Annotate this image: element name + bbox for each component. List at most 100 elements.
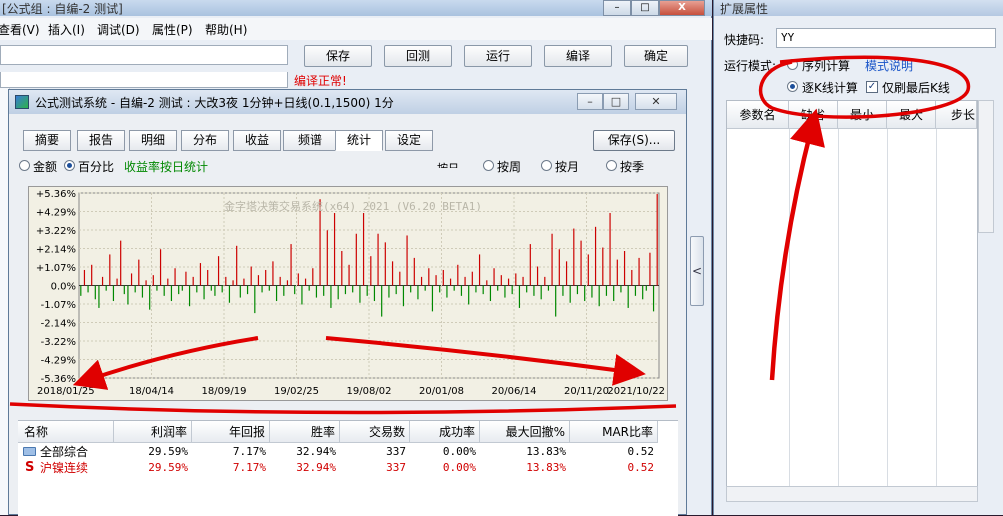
backtest-button[interactable]: 回测 xyxy=(384,45,452,67)
param-table: 参数名 缺省 最小 最大 步长 xyxy=(726,100,978,501)
cell: 13.83% xyxy=(526,461,566,474)
y-tick-label: -5.36% xyxy=(41,374,76,385)
menu-help[interactable]: 帮助(H) xyxy=(205,21,247,38)
dialog-title: 公式测试系统 - 自编-2 测试 : 大改3夜 1分钟+日线(0.1,1500)… xyxy=(35,96,394,110)
by-month-label: 按月 xyxy=(555,160,580,174)
dialog-maximize-button[interactable]: □ xyxy=(603,93,629,110)
shortcut-input[interactable]: YY xyxy=(776,28,996,48)
row-name: 全部综合 xyxy=(40,445,89,459)
symbol-s-icon: S xyxy=(25,460,35,475)
param-col-min[interactable]: 最小 xyxy=(838,101,887,129)
by-week-radio[interactable] xyxy=(483,160,494,171)
cell: 29.59% xyxy=(148,445,188,458)
editor-minimize-button[interactable]: – xyxy=(603,0,631,16)
amount-radio[interactable] xyxy=(19,160,30,171)
refresh-last-checkbox[interactable]: ✓ xyxy=(866,81,878,93)
editor-title: [公式组 : 自编-2 测试] xyxy=(2,2,123,16)
x-tick-label: 20/06/14 xyxy=(492,386,537,397)
menu-properties[interactable]: 属性(P) xyxy=(152,21,193,38)
param-horizontal-scrollbar[interactable] xyxy=(726,486,978,502)
editor-maximize-button[interactable]: □ xyxy=(631,0,659,16)
y-tick-label: -4.29% xyxy=(41,356,76,367)
col-header-annual[interactable]: 年回报 xyxy=(192,421,270,443)
col-header-name[interactable]: 名称 xyxy=(18,421,114,443)
tab-settings[interactable]: 设定 xyxy=(385,130,433,151)
menubar: 查看(V) 插入(I) 调试(D) 属性(P) 帮助(H) xyxy=(0,18,712,40)
editor-close-button[interactable]: X xyxy=(659,0,705,16)
refresh-last-label: 仅刷最后K线 xyxy=(882,81,950,95)
x-tick-label: 20/01/08 xyxy=(419,386,464,397)
mode-help-link[interactable]: 模式说明 xyxy=(865,57,913,74)
by-day-label: 按日 xyxy=(437,160,459,168)
col-header-mar[interactable]: MAR比率 xyxy=(570,421,658,443)
divider xyxy=(936,129,937,501)
y-tick-label: -1.07% xyxy=(41,300,76,311)
col-header-winrate[interactable]: 胜率 xyxy=(270,421,340,443)
tick-calc-label: 逐K线计算 xyxy=(802,81,858,95)
col-header-success[interactable]: 成功率 xyxy=(410,421,480,443)
tab-statistics[interactable]: 统计 xyxy=(335,130,383,151)
compile-button[interactable]: 编译 xyxy=(544,45,612,67)
cell: 13.83% xyxy=(526,445,566,458)
dialog-titlebar[interactable]: 公式测试系统 - 自编-2 测试 : 大改3夜 1分钟+日线(0.1,1500)… xyxy=(9,90,686,114)
tab-distribution[interactable]: 分布 xyxy=(181,130,229,151)
formula-desc-input[interactable] xyxy=(0,72,288,88)
cell: 0.52 xyxy=(627,445,655,458)
col-header-drawdown[interactable]: 最大回撤% xyxy=(480,421,570,443)
formula-test-dialog: 公式测试系统 - 自编-2 测试 : 大改3夜 1分钟+日线(0.1,1500)… xyxy=(8,89,687,516)
ok-button[interactable]: 确定 xyxy=(624,45,688,67)
col-header-trades[interactable]: 交易数 xyxy=(340,421,410,443)
param-col-step[interactable]: 步长 xyxy=(936,101,977,129)
panel-titlebar[interactable]: 扩展属性 xyxy=(714,0,1003,16)
y-tick-label: +5.36% xyxy=(36,189,76,200)
tick-calc-radio[interactable] xyxy=(787,81,798,92)
row-name: 沪镍连续 xyxy=(40,461,89,475)
x-tick-label: 18/09/19 xyxy=(202,386,247,397)
x-tick-label: 2018/01/25 xyxy=(37,386,95,397)
y-tick-label: +4.29% xyxy=(36,208,76,219)
y-tick-label: +1.07% xyxy=(36,263,76,274)
run-button[interactable]: 运行 xyxy=(464,45,532,67)
by-quarter-radio[interactable] xyxy=(606,160,617,171)
menu-insert[interactable]: 插入(I) xyxy=(48,21,85,38)
save-as-button[interactable]: 保存(S)... xyxy=(593,130,675,151)
cell: 337 xyxy=(386,461,406,474)
param-col-max[interactable]: 最大 xyxy=(887,101,936,129)
y-tick-label: 0.0% xyxy=(51,282,76,293)
y-tick-label: -3.22% xyxy=(41,337,76,348)
tab-spectrum[interactable]: 频谱 xyxy=(283,130,337,151)
formula-name-input[interactable] xyxy=(0,45,288,65)
chart-watermark: 金字塔决策交易系统(x64) 2021 (V6.20 BETA1) xyxy=(224,200,482,213)
tab-report[interactable]: 报告 xyxy=(77,130,125,151)
tab-returns[interactable]: 收益 xyxy=(233,130,281,151)
cell: 29.59% xyxy=(148,461,188,474)
cell: 7.17% xyxy=(232,445,266,458)
param-col-name[interactable]: 参数名 xyxy=(727,101,789,129)
col-header-profit[interactable]: 利润率 xyxy=(114,421,192,443)
cell: 0.00% xyxy=(442,461,476,474)
extended-properties-panel: 扩展属性 快捷码: YY 运行模式: 序列计算 模式说明 逐K线计算 ✓ 仅刷最… xyxy=(713,0,1003,515)
returns-bar-chart: +5.36% +4.29% +3.22% +2.14% +1.07% 0.0% -1.07%… xyxy=(28,186,668,401)
serial-calc-radio[interactable] xyxy=(787,59,798,70)
save-button[interactable]: 保存 xyxy=(304,45,372,67)
amount-label: 金额 xyxy=(33,160,58,174)
panel-title: 扩展属性 xyxy=(720,2,769,16)
dialog-minimize-button[interactable]: – xyxy=(577,93,603,110)
menu-debug[interactable]: 调试(D) xyxy=(97,21,140,38)
percent-radio[interactable] xyxy=(64,160,75,171)
by-month-radio[interactable] xyxy=(541,160,552,171)
menu-view[interactable]: 查看(V) xyxy=(0,21,40,38)
by-quarter-label: 按季 xyxy=(620,160,645,174)
y-tick-label: +3.22% xyxy=(36,226,76,237)
x-tick-label: 18/04/14 xyxy=(129,386,174,397)
shortcut-label: 快捷码: xyxy=(724,33,765,47)
dialog-close-button[interactable]: ✕ xyxy=(635,93,677,110)
param-col-default[interactable]: 缺省 xyxy=(789,101,838,129)
cell: 0.52 xyxy=(627,461,655,474)
serial-calc-label: 序列计算 xyxy=(802,59,851,73)
tab-summary[interactable]: 摘要 xyxy=(23,130,71,151)
tab-detail[interactable]: 明细 xyxy=(129,130,177,151)
run-mode-label: 运行模式: xyxy=(724,59,777,73)
panel-collapse-button[interactable]: < xyxy=(690,236,704,306)
param-vertical-scrollbar[interactable] xyxy=(978,100,994,233)
